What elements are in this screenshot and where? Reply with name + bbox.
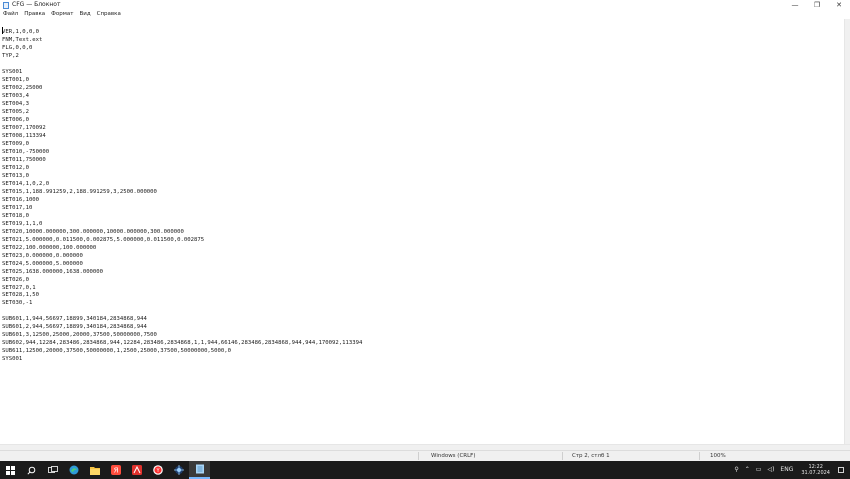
minimize-button[interactable]: —: [784, 0, 806, 10]
notepad-icon: [195, 464, 204, 474]
menu-edit[interactable]: Правка: [21, 10, 48, 19]
people-icon[interactable]: ⚲: [734, 461, 738, 479]
menu-file[interactable]: Файл: [0, 10, 21, 19]
close-button[interactable]: ✕: [828, 0, 850, 10]
search-icon: [27, 466, 36, 475]
folder-icon: [89, 466, 100, 475]
status-cursor-position: Стр 2, стлб 1: [572, 453, 610, 459]
acrobat-icon: [131, 465, 142, 475]
editor-text[interactable]: VER,1,0,0,0 FNM,Text.ext FLG,0,0,0 TYP,2…: [0, 19, 844, 364]
notepad-icon: [3, 1, 9, 9]
clock-date: 31.07.2024: [801, 470, 830, 476]
start-button[interactable]: [0, 461, 21, 479]
title-bar: CFG — Блокнот — ❐ ✕: [0, 0, 850, 10]
input-language[interactable]: ENG: [780, 461, 793, 479]
notepad-button[interactable]: [189, 461, 210, 479]
status-separator: [418, 452, 419, 460]
text-caret: [2, 27, 3, 34]
maximize-button[interactable]: ❐: [806, 0, 828, 10]
yandex-browser-icon: Y: [152, 465, 163, 475]
edge-button[interactable]: [63, 461, 84, 479]
task-view-button[interactable]: [42, 461, 63, 479]
window-controls: — ❐ ✕: [784, 0, 850, 10]
file-explorer-button[interactable]: [84, 461, 105, 479]
chevron-up-icon[interactable]: ⌃: [745, 461, 750, 479]
status-line-ending: Windows (CRLF): [431, 453, 476, 459]
menu-format[interactable]: Формат: [48, 10, 76, 19]
task-view-icon: [47, 466, 58, 473]
menu-view[interactable]: Вид: [76, 10, 93, 19]
status-separator: [562, 452, 563, 460]
svg-text:Я: Я: [113, 467, 118, 475]
yandex-browser-button[interactable]: Y: [147, 461, 168, 479]
app-button[interactable]: [168, 461, 189, 479]
menu-bar: Файл Правка Формат Вид Справка: [0, 10, 850, 19]
text-editor[interactable]: VER,1,0,0,0 FNM,Text.ext FLG,0,0,0 TYP,2…: [0, 19, 844, 444]
search-button[interactable]: [21, 461, 42, 479]
clock[interactable]: 12:22 31.07.2024: [801, 464, 830, 476]
acrobat-button[interactable]: [126, 461, 147, 479]
vertical-scrollbar[interactable]: [844, 19, 850, 444]
network-icon[interactable]: ▭: [756, 461, 762, 479]
yandex-app-icon: Я: [110, 465, 121, 475]
menu-help[interactable]: Справка: [94, 10, 124, 19]
notification-center-icon[interactable]: [838, 467, 844, 473]
yandex-music-button[interactable]: Я: [105, 461, 126, 479]
windows-logo-icon: [6, 465, 15, 475]
volume-icon[interactable]: ◁): [767, 461, 774, 479]
status-separator: [699, 452, 700, 460]
window-title: CFG — Блокнот: [12, 1, 61, 8]
system-tray: ⚲ ⌃ ▭ ◁) ENG 12:22 31.07.2024: [728, 461, 844, 479]
gear-app-icon: [173, 465, 184, 475]
taskbar: Я Y ⚲ ⌃ ▭ ◁) ENG 12:22 31.07.2024: [0, 461, 850, 479]
edge-icon: [69, 465, 78, 475]
status-zoom: 100%: [710, 453, 726, 459]
status-bar: Windows (CRLF) Стр 2, стлб 1 100%: [0, 450, 850, 461]
